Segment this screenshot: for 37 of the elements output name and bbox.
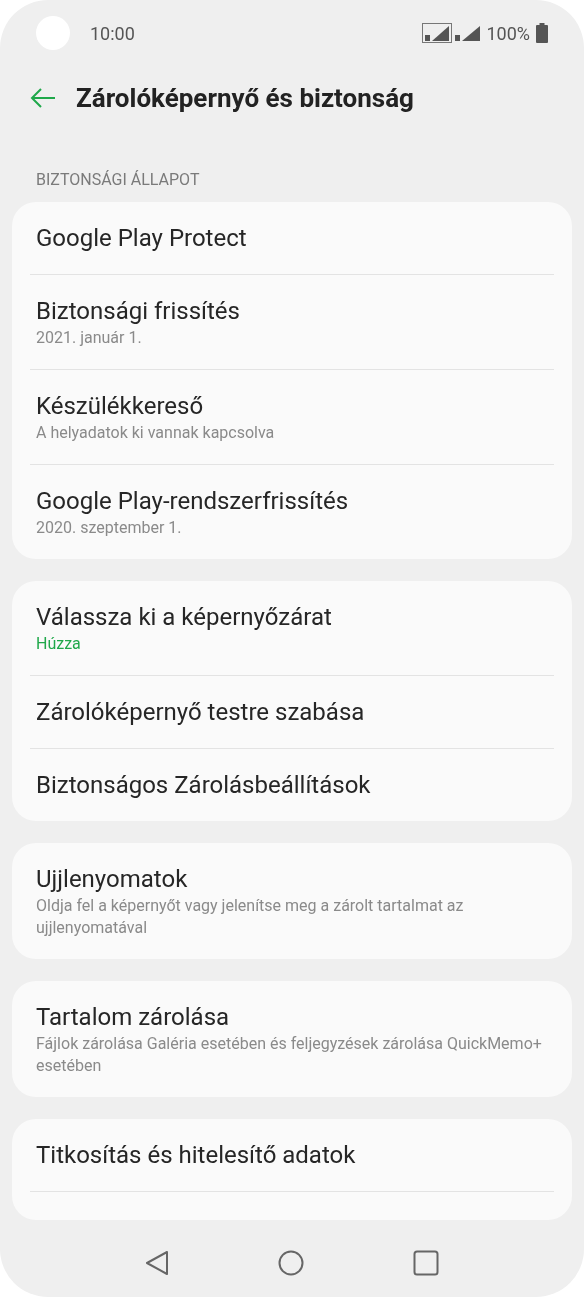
- settings-item[interactable]: Készülékkereső A helyadatok ki vannak kapcsolva: [12, 370, 572, 464]
- settings-item[interactable]: Biztonságos Zárolásbeállítások: [12, 749, 572, 821]
- item-title: Készülékkereső: [36, 391, 205, 422]
- item-subtitle: Fájlok zárolása Galéria esetében és feljegyzések zárolása QuickMemo+ esetében: [36, 1033, 543, 1077]
- signal-icon: [454, 23, 483, 43]
- settings-item[interactable]: Tartalom zárolása Fájlok zárolása Galéria esetében és feljegyzések zárolása QuickMemo+ esetében: [12, 981, 572, 1097]
- settings-item[interactable]: Zárolóképernyő testre szabása: [12, 676, 572, 748]
- item-title: Zárolóképernyő testre szabása: [36, 697, 366, 728]
- settings-item[interactable]: Ujjlenyomatok Oldja fel a képernyőt vagy jelenítse meg a zárolt tartalmat az ujjlenyomatával: [12, 843, 572, 959]
- battery-percent: 100%: [486, 21, 530, 46]
- item-title: Google Play-rendszerfrissítés: [36, 486, 350, 517]
- item-subtitle: 2020. szeptember 1.: [36, 517, 183, 539]
- recents-icon[interactable]: [413, 1249, 440, 1276]
- item-title: Google Play Protect: [36, 223, 248, 254]
- settings-item[interactable]: Google Play-rendszerfrissítés 2020. szeptember 1.: [12, 465, 572, 559]
- battery-icon: [536, 23, 548, 43]
- item-subtitle: A helyadatok ki vannak kapcsolva: [36, 422, 276, 444]
- item-title: Titkosítás és hitelesítő adatok: [36, 1140, 357, 1171]
- settings-item[interactable]: Titkosítás és hitelesítő adatok: [12, 1119, 572, 1191]
- signal-icon: [422, 23, 453, 43]
- item-subtitle: Oldja fel a képernyőt vagy jelenítse meg a zárolt tartalmat az ujjlenyomatával: [36, 895, 465, 939]
- settings-item[interactable]: Google Play Protect: [12, 202, 572, 274]
- item-title: Válassza ki a képernyőzárat: [36, 602, 333, 633]
- back-icon[interactable]: [144, 1249, 169, 1276]
- back-arrow-icon[interactable]: [30, 87, 56, 109]
- item-title: Ujjlenyomatok: [36, 864, 189, 895]
- item-title: Biztonságos Zárolásbeállítások: [36, 770, 372, 801]
- item-title: Tartalom zárolása: [36, 1002, 231, 1033]
- settings-item[interactable]: Biztonsági frissítés 2021. január 1.: [12, 275, 572, 369]
- status-time: 10:00: [90, 21, 135, 46]
- settings-item[interactable]: Válassza ki a képernyőzárat Húzza: [12, 581, 572, 675]
- home-icon[interactable]: [278, 1249, 304, 1276]
- item-subtitle: Húzza: [36, 633, 82, 655]
- page-title: Zárolóképernyő és biztonság: [76, 81, 414, 115]
- section-header: BIZTONSÁGI ÁLLAPOT: [35, 170, 201, 190]
- item-subtitle: 2021. január 1.: [36, 327, 143, 349]
- item-title: Biztonsági frissítés: [36, 296, 241, 327]
